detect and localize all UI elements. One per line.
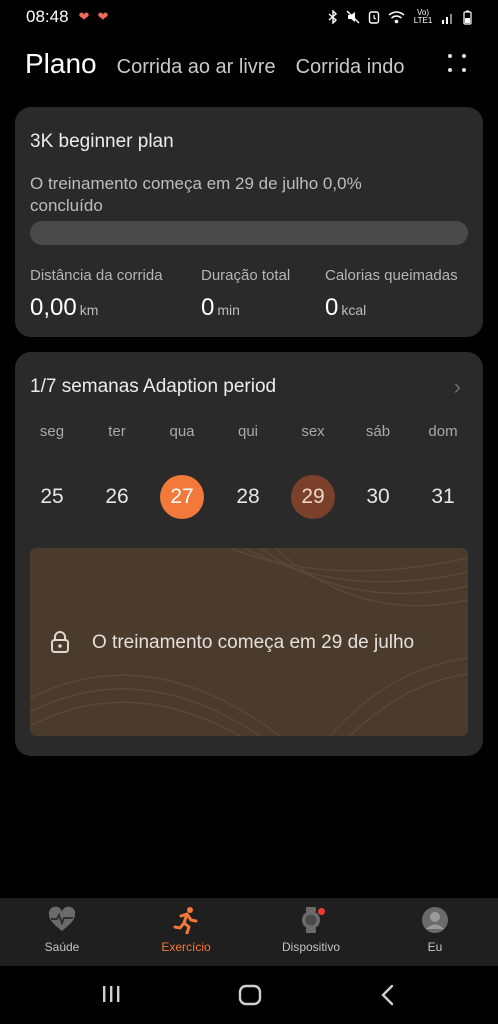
network-label: Vo) LTE1	[413, 8, 433, 25]
stat-distance: Distância da corrida 0,00 km	[30, 267, 163, 322]
status-time: 08:48	[26, 7, 69, 26]
nav-item-exercicio[interactable]: Exercício	[136, 906, 236, 954]
stat-duration-value-row: 0 min	[201, 294, 290, 322]
health-notification-icon: ❤	[97, 9, 109, 24]
nav-label-saude: Saúde	[44, 940, 80, 954]
recent-apps-icon[interactable]	[101, 984, 121, 1004]
stat-duration-unit: min	[217, 302, 240, 318]
tab-plano[interactable]: Plano	[25, 48, 97, 80]
weekday-label: seg	[39, 423, 65, 440]
stat-duration: Duração total 0 min	[201, 267, 290, 322]
weekday-label: qua	[169, 423, 195, 440]
stat-duration-value: 0	[201, 294, 215, 321]
plan-progress-bar	[30, 221, 468, 245]
calendar-date-today[interactable]: 27	[160, 475, 204, 519]
signal-icon	[442, 13, 452, 24]
nav-item-dispositivo[interactable]: Dispositivo	[261, 906, 361, 954]
tab-corrida-ao-ar-livre[interactable]: Corrida ao ar livre	[117, 56, 276, 79]
nav-item-eu[interactable]: Eu	[385, 906, 485, 954]
alarm-icon	[368, 11, 380, 24]
bluetooth-icon	[328, 10, 338, 24]
calendar-date[interactable]: 31	[421, 475, 465, 519]
stat-duration-label: Duração total	[201, 267, 291, 284]
weekday-label: dom	[428, 423, 458, 440]
weekday-label: sáb	[365, 423, 391, 440]
stat-calories: Calorias queimadas 0 kcal	[325, 267, 458, 322]
calendar-date[interactable]: 26	[95, 475, 139, 519]
plan-status-text: O treinamento começa em 29 de julho 0,0%…	[30, 174, 362, 215]
calendar-date[interactable]: 25	[30, 475, 74, 519]
weekday-label: ter	[108, 423, 126, 440]
tab-corrida-indoor[interactable]: Corrida indo	[296, 56, 405, 79]
nav-label-dispositivo: Dispositivo	[281, 940, 341, 954]
running-icon	[172, 906, 200, 935]
weekday-row: seg ter qua qui sex sáb dom	[15, 423, 483, 443]
stat-distance-value: 0,00	[30, 294, 77, 321]
heart-pulse-icon	[48, 906, 76, 934]
user-avatar-icon	[421, 906, 449, 934]
locked-message: O treinamento começa em 29 de julho	[92, 632, 415, 653]
nav-label-exercicio: Exercício	[161, 940, 211, 954]
header-tabs: Plano Corrida ao ar livre Corrida indo	[25, 48, 478, 88]
calendar-date[interactable]: 28	[226, 475, 270, 519]
chevron-right-icon[interactable]: ›	[454, 374, 461, 400]
calendar-date-plan-start[interactable]: 29	[291, 475, 335, 519]
lock-icon	[51, 631, 69, 653]
stat-distance-value-row: 0,00 km	[30, 294, 163, 322]
system-navigation-bar	[0, 966, 498, 1024]
health-notification-icon: ❤	[78, 9, 90, 24]
status-bar: 08:48 ❤ ❤ Vo) LTE1	[0, 0, 498, 34]
bottom-navigation: Saúde Exercício Dispositivo Eu	[0, 898, 498, 966]
stat-calories-unit: kcal	[341, 302, 367, 318]
stat-distance-unit: km	[79, 302, 99, 318]
week-schedule-card: 1/7 semanas Adaption period › seg ter qu…	[15, 352, 483, 756]
nav-item-saude[interactable]: Saúde	[12, 906, 112, 954]
status-icons: Vo) LTE1	[328, 9, 472, 25]
home-icon[interactable]	[238, 984, 262, 1006]
mute-icon	[346, 10, 360, 24]
date-row: 25 26 27 28 29 30 31	[15, 475, 483, 519]
nav-label-eu: Eu	[427, 940, 443, 954]
back-icon[interactable]	[380, 984, 396, 1006]
week-title[interactable]: 1/7 semanas Adaption period	[30, 376, 276, 398]
notification-dot	[318, 908, 325, 915]
locked-training-banner: O treinamento começa em 29 de julho	[30, 548, 468, 736]
stat-calories-value: 0	[325, 294, 339, 321]
stat-calories-value-row: 0 kcal	[325, 294, 458, 322]
weekday-label: sex	[301, 423, 325, 440]
weekday-label: qui	[237, 423, 259, 440]
stat-distance-label: Distância da corrida	[30, 267, 163, 284]
more-options-icon[interactable]	[446, 52, 468, 74]
battery-icon	[463, 10, 472, 25]
stat-calories-label: Calorias queimadas	[325, 267, 458, 284]
wifi-icon	[388, 10, 405, 23]
plan-title: 3K beginner plan	[30, 131, 174, 152]
plan-summary-card[interactable]: 3K beginner plan O treinamento começa em…	[15, 107, 483, 337]
calendar-date[interactable]: 30	[356, 475, 400, 519]
watch-icon	[297, 906, 325, 934]
